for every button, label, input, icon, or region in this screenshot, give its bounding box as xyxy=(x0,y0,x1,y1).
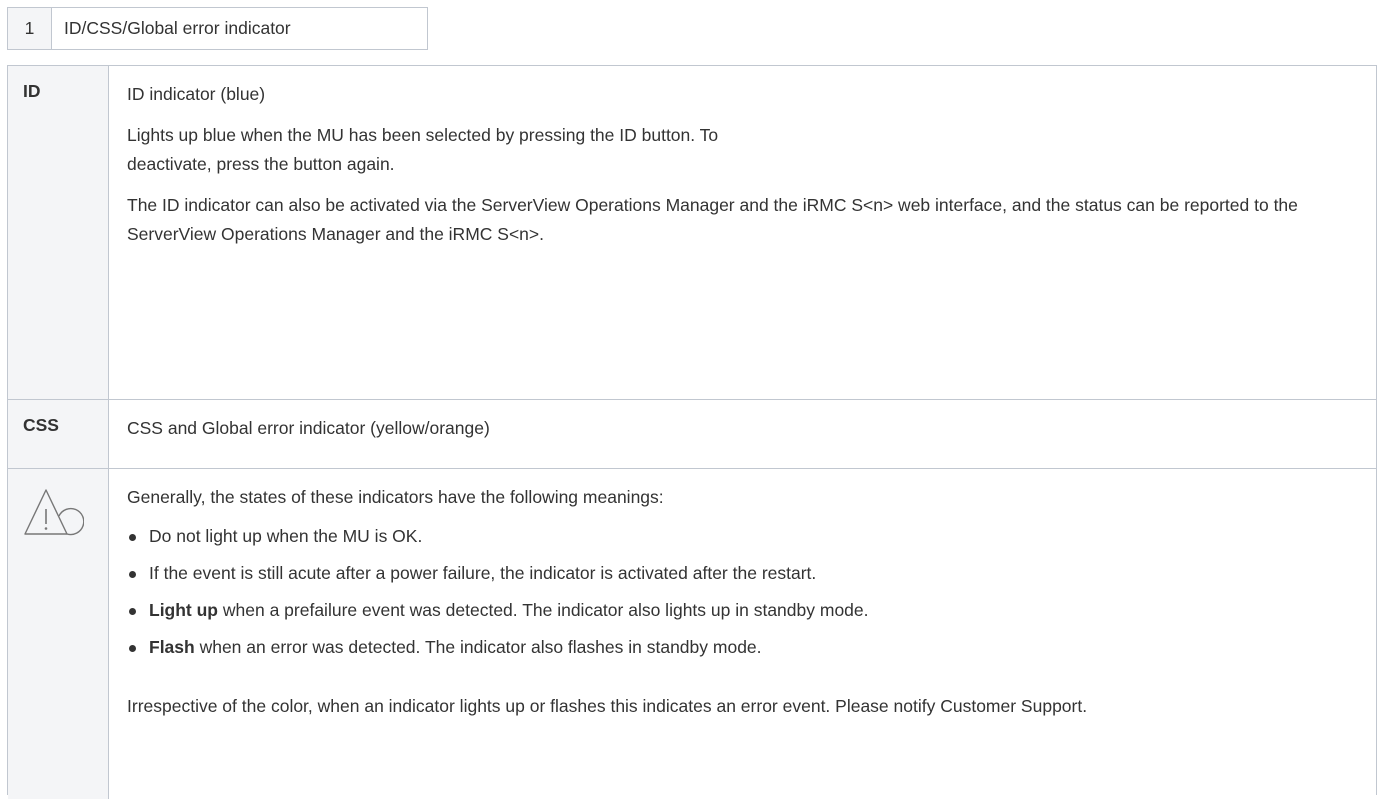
list-item-text: when an error was detected. The indicato… xyxy=(194,637,762,657)
row-key-css: CSS xyxy=(8,400,109,469)
id-description-line1: Lights up blue when the MU has been sele… xyxy=(127,125,719,145)
row-key-icon-cell xyxy=(8,469,109,799)
list-item: If the event is still acute after a powe… xyxy=(127,559,1362,588)
list-item-text: Do not light up when the MU is OK. xyxy=(149,526,423,546)
table-row-meanings: Generally, the states of these indicator… xyxy=(8,468,1376,799)
list-item-bold: Light up xyxy=(149,600,219,620)
legend-label: ID/CSS/Global error indicator xyxy=(64,18,291,38)
caution-triangle-icon xyxy=(24,489,84,536)
list-item: Flash when an error was detected. The in… xyxy=(127,633,1362,662)
id-description: Lights up blue when the MU has been sele… xyxy=(127,121,1362,179)
meanings-closing: Irrespective of the color, when an indic… xyxy=(127,696,1088,716)
list-item-text: If the event is still acute after a powe… xyxy=(149,563,817,583)
list-item: Light up when a prefailure event was det… xyxy=(127,596,1362,625)
id-activation-note: The ID indicator can also be activated v… xyxy=(127,195,1298,244)
table-row-css: CSS CSS and Global error indicator (yell… xyxy=(8,399,1376,469)
list-item-bold: Flash xyxy=(149,637,195,657)
row-key-id: ID xyxy=(8,66,109,399)
meanings-list: Do not light up when the MU is OK. If th… xyxy=(127,522,1362,662)
row-value-css: CSS and Global error indicator (yellow/o… xyxy=(109,400,1376,469)
css-heading: CSS and Global error indicator (yellow/o… xyxy=(127,418,490,438)
legend-number: 1 xyxy=(8,8,52,49)
row-value-meanings: Generally, the states of these indicator… xyxy=(109,469,1376,799)
id-heading: ID indicator (blue) xyxy=(127,84,266,104)
row-value-id: ID indicator (blue) Lights up blue when … xyxy=(109,66,1376,399)
table-row-id: ID ID indicator (blue) Lights up blue wh… xyxy=(8,66,1376,399)
legend-table: 1 ID/CSS/Global error indicator xyxy=(7,7,428,50)
id-description-line2: deactivate, press the button again. xyxy=(127,154,395,174)
indicator-table: ID ID indicator (blue) Lights up blue wh… xyxy=(7,65,1377,799)
list-item: Do not light up when the MU is OK. xyxy=(127,522,1362,551)
list-item-text: when a prefailure event was detected. Th… xyxy=(218,600,869,620)
meanings-intro: Generally, the states of these indicator… xyxy=(127,487,664,507)
